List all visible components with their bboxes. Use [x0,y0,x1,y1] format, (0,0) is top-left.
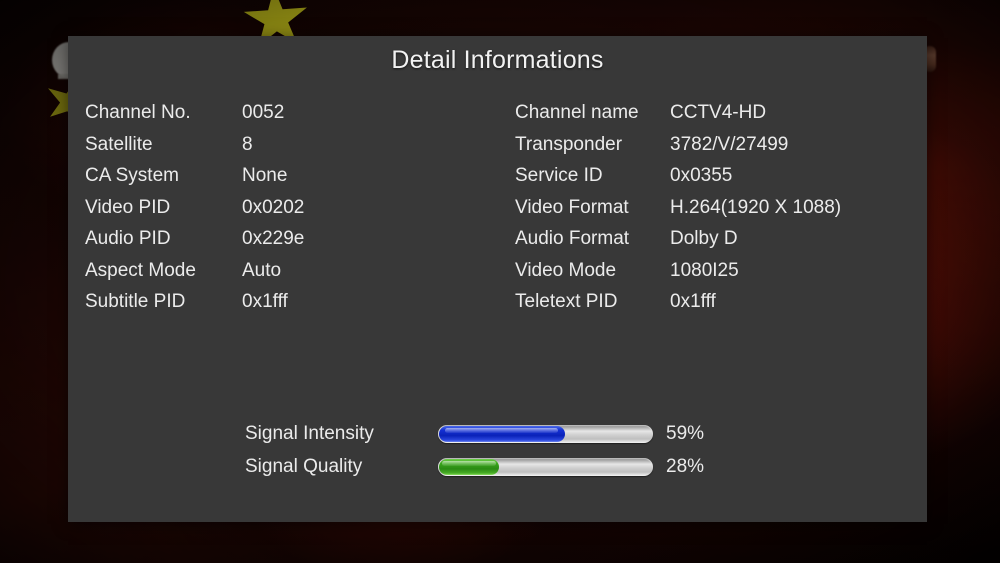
signal-intensity-row: Signal Intensity 59% [245,417,805,450]
signal-meters: Signal Intensity 59% Signal Quality 28% [245,417,805,483]
info-value: 0x1fff [670,291,716,312]
signal-quality-row: Signal Quality 28% [245,450,805,483]
dialog-title: Detail Informations [391,46,604,74]
signal-intensity-bar-fill [439,425,565,442]
info-row: Audio PID 0x229e [85,228,304,260]
info-row: Video Mode 1080I25 [515,260,841,292]
info-label: Video Mode [515,259,617,281]
info-column-left: Channel No. 0052 Satellite 8 CA System N… [85,102,304,323]
info-label: Teletext PID [515,291,618,312]
info-row: Transponder 3782/V/27499 [515,134,841,166]
info-label: Satellite [85,133,153,155]
info-label: CA System [85,165,179,186]
info-value: CCTV4-HD [670,102,767,123]
info-row: CA System None [85,165,304,197]
info-row: Video PID 0x0202 [85,197,304,229]
signal-intensity-percent: 59% [666,422,705,444]
info-row: Audio Format Dolby D [515,228,841,260]
info-column-right: Channel name CCTV4-HD Transponder 3782/V… [515,102,841,323]
info-value: H.264(1920 X 1088) [670,196,842,218]
info-row: Channel name CCTV4-HD [515,102,841,134]
info-value: 0x229e [242,228,305,249]
info-value: None [242,165,288,186]
info-label: Audio Format [515,228,630,249]
info-value: 0x0355 [670,165,733,186]
info-value: 0052 [242,102,285,123]
detail-informations-dialog: Detail Informations Channel No. 0052 Sat… [68,36,927,522]
info-value: 0x1fff [242,291,288,312]
info-value: Dolby D [670,228,738,249]
info-label: Channel No. [85,102,191,123]
info-value: 8 [242,133,253,155]
info-value: Auto [242,259,282,281]
info-label: Video Format [515,196,629,218]
info-row: Video Format H.264(1920 X 1088) [515,197,841,229]
info-value: 0x0202 [242,196,305,218]
info-value: 3782/V/27499 [670,133,789,155]
info-label: Service ID [515,165,603,186]
info-label: Aspect Mode [85,259,196,281]
tv-screen: Detail Informations Channel No. 0052 Sat… [0,0,1000,563]
info-value: 1080I25 [670,259,739,281]
info-label: Transponder [515,133,623,155]
info-row: Satellite 8 [85,134,304,166]
signal-quality-label: Signal Quality [245,455,363,477]
signal-intensity-label: Signal Intensity [245,422,374,444]
info-row: Subtitle PID 0x1fff [85,291,304,323]
info-row: Teletext PID 0x1fff [515,291,841,323]
info-label: Subtitle PID [85,291,186,312]
info-row: Service ID 0x0355 [515,165,841,197]
signal-quality-bar-fill [439,458,499,475]
info-row: Channel No. 0052 [85,102,304,134]
signal-quality-percent: 28% [666,455,705,477]
info-label: Video PID [85,196,171,218]
info-row: Aspect Mode Auto [85,260,304,292]
info-label: Audio PID [85,228,171,249]
info-label: Channel name [515,102,639,123]
signal-intensity-bar-track [438,424,653,443]
signal-quality-bar-track [438,457,653,476]
